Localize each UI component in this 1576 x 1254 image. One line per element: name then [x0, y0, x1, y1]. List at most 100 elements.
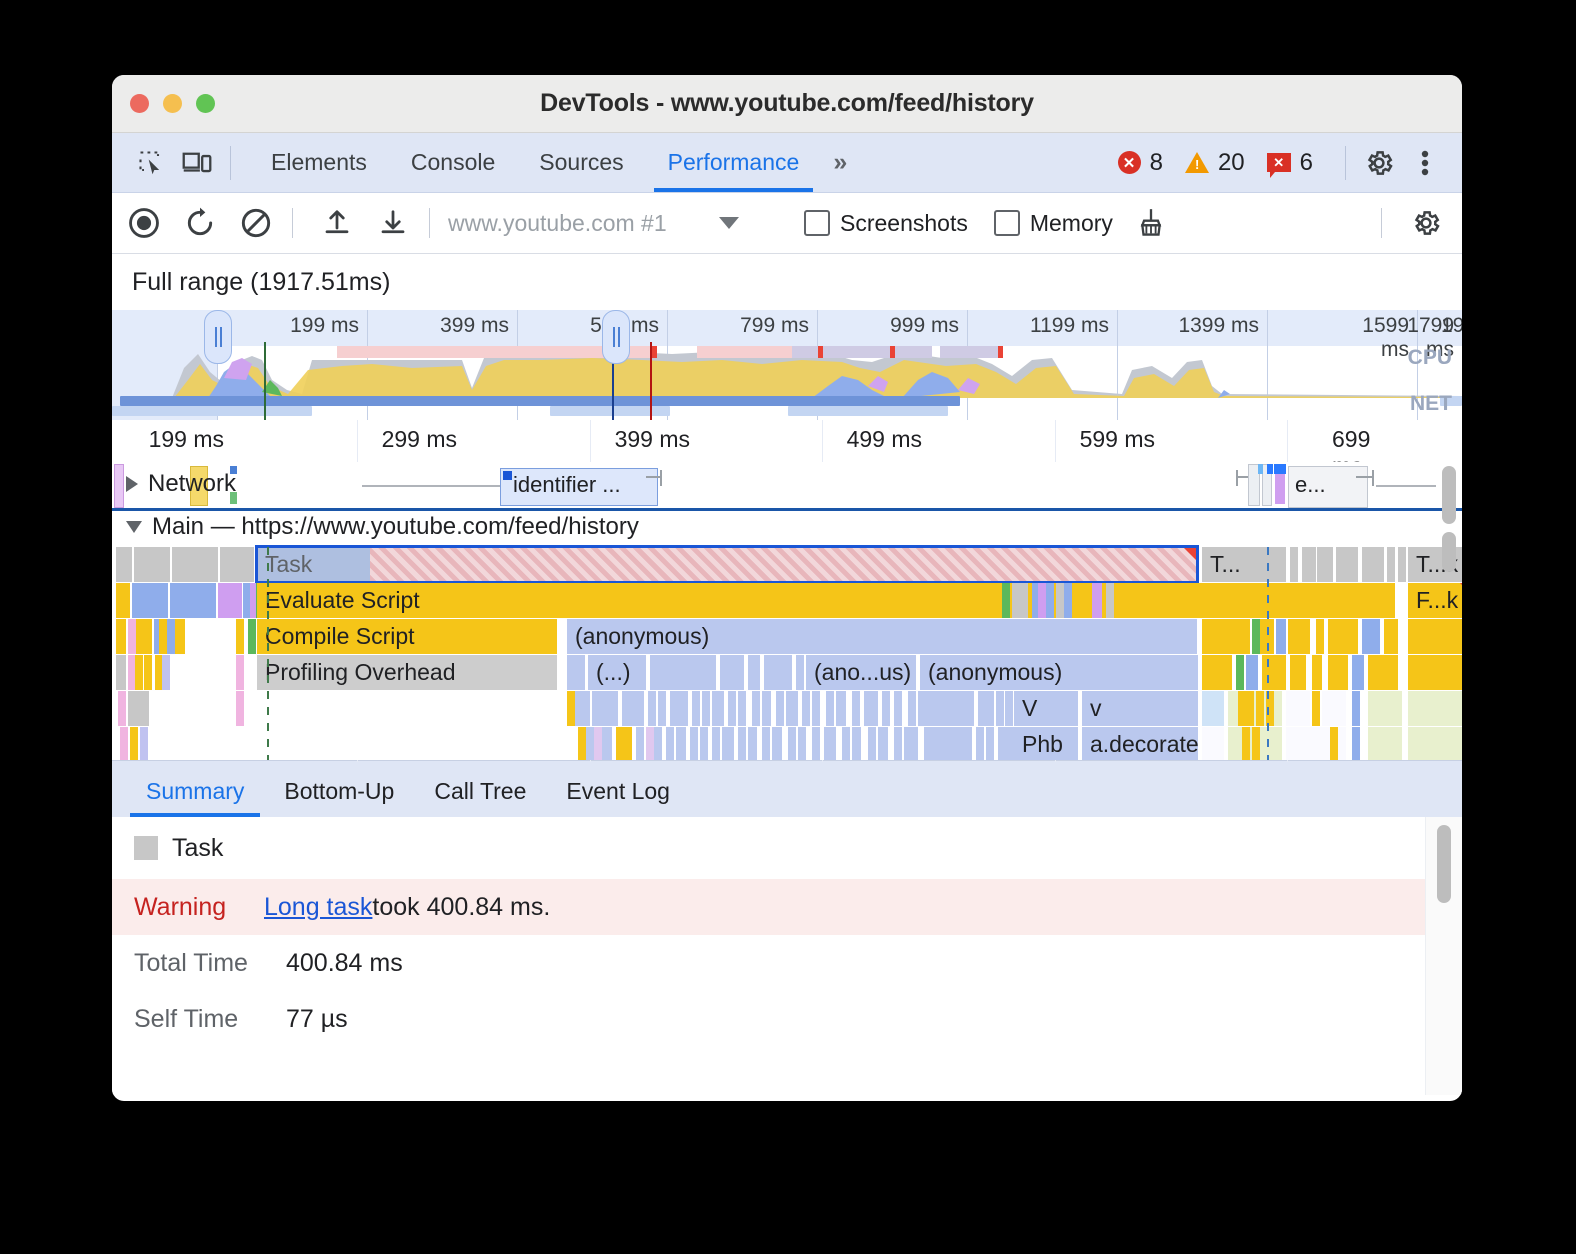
capture-settings-gear-icon[interactable] [1402, 199, 1450, 247]
gear-icon[interactable] [1356, 140, 1402, 186]
warning-count-label: 20 [1218, 149, 1245, 177]
dcl-dashed-line [267, 547, 269, 760]
network-request-label: identifier ... [513, 472, 621, 497]
memory-checkbox[interactable]: Memory [994, 210, 1113, 237]
panel-tabs: Elements Console Sources Performance » [249, 133, 859, 192]
flame-block-compile-script[interactable]: Compile Script [257, 619, 557, 654]
flame-row[interactable]: V v [112, 691, 1462, 727]
overview-tick: 399 ms [440, 314, 517, 338]
close-window-button[interactable] [130, 94, 149, 113]
screenshots-label: Screenshots [840, 210, 968, 237]
screenshots-checkbox[interactable]: Screenshots [804, 210, 968, 237]
more-tabs-icon[interactable]: » [821, 148, 859, 177]
timeline-overview[interactable]: 199 ms 399 ms 599 ms 799 ms 999 ms 1199 … [112, 310, 1462, 420]
save-profile-icon[interactable] [369, 199, 417, 247]
flame-block[interactable]: (...) [588, 655, 646, 690]
network-overview-bar [550, 406, 670, 416]
summary-event-row: Task [112, 817, 1462, 879]
tab-sources[interactable]: Sources [517, 133, 645, 192]
network-track-label[interactable]: Network [126, 470, 236, 498]
self-time-key: Self Time [134, 1005, 286, 1034]
warning-icon: ! [1185, 152, 1209, 173]
overview-range-handle-right[interactable] [602, 310, 630, 364]
flame-block[interactable]: T... [1202, 547, 1286, 582]
error-icon: ✕ [1118, 151, 1141, 174]
tab-bottom-up[interactable]: Bottom-Up [264, 778, 414, 817]
ruler-tick: 499 ms [847, 426, 932, 453]
kebab-menu-icon[interactable] [1402, 140, 1448, 186]
long-task-link[interactable]: Long task [264, 893, 372, 922]
error-count-label: 8 [1150, 149, 1163, 177]
profile-select[interactable]: www.youtube.com #1 [448, 210, 778, 237]
flame-row[interactable]: Profiling Overhead (...) (ano...us) (ano… [112, 655, 1462, 691]
toolbar-divider-2 [429, 208, 430, 238]
total-time-value: 400.84 ms [286, 949, 403, 978]
tab-console[interactable]: Console [389, 133, 517, 192]
flame-row[interactable]: Evaluate Script F...k [112, 583, 1462, 619]
reload-and-record-icon[interactable] [176, 199, 224, 247]
summary-warning-row: Warning Long task took 400.84 ms. [112, 879, 1462, 935]
issue-count[interactable]: ✕ 6 [1267, 149, 1313, 177]
memory-label: Memory [1030, 210, 1113, 237]
flame-block[interactable]: (anonymous) [920, 655, 1198, 690]
tab-event-log[interactable]: Event Log [546, 778, 690, 817]
tracks-scrollbar-top[interactable] [1442, 466, 1456, 524]
clear-icon[interactable] [232, 199, 280, 247]
broom-icon[interactable] [1127, 199, 1175, 247]
window-titlebar: DevTools - www.youtube.com/feed/history [112, 75, 1462, 133]
load-dashed-line [1267, 547, 1269, 760]
tab-call-tree[interactable]: Call Tree [414, 778, 546, 817]
tracks-scrollbar[interactable] [1442, 532, 1456, 572]
flame-chart[interactable]: Task T... T...k [112, 547, 1462, 760]
maximize-window-button[interactable] [196, 94, 215, 113]
flame-block[interactable]: (ano...us) [806, 655, 916, 690]
network-overview-bar [112, 406, 312, 416]
flame-block[interactable]: V [1014, 691, 1078, 726]
profile-select-value: www.youtube.com #1 [448, 210, 667, 237]
ruler-tick: 299 ms [382, 426, 467, 453]
warning-count[interactable]: ! 20 [1185, 149, 1245, 177]
flame-row[interactable]: Compile Script (anonymous) [112, 619, 1462, 655]
details-tabs: Summary Bottom-Up Call Tree Event Log [112, 760, 1462, 817]
flame-block-evaluate-script[interactable]: Evaluate Script [257, 583, 1395, 618]
network-track[interactable]: Network identifier ... e... [112, 462, 1462, 508]
issue-icon: ✕ [1267, 153, 1291, 172]
overview-range-handle-left[interactable] [204, 310, 232, 364]
dcl-marker [264, 342, 266, 420]
full-range-header: Full range (1917.51ms) [112, 254, 1462, 310]
flame-block[interactable]: v [1082, 691, 1198, 726]
flame-block-profiling-overhead[interactable]: Profiling Overhead [257, 655, 557, 690]
record-icon[interactable] [120, 199, 168, 247]
error-count[interactable]: ✕ 8 [1118, 149, 1163, 177]
import-profile-icon[interactable] [313, 199, 361, 247]
main-track-header[interactable]: Main — https://www.youtube.com/feed/hist… [112, 508, 1462, 544]
devtools-tabstrip: Elements Console Sources Performance » ✕… [112, 133, 1462, 193]
flame-row[interactable]: Phb a.decorate [112, 727, 1462, 760]
total-time-key: Total Time [134, 949, 286, 978]
self-time-value: 77 µs [286, 1005, 348, 1034]
flame-block[interactable]: Phb [1014, 727, 1078, 760]
flame-block-anonymous[interactable]: (anonymous) [567, 619, 1197, 654]
inspect-element-icon[interactable] [128, 140, 174, 186]
tab-summary[interactable]: Summary [126, 778, 264, 817]
warning-key: Warning [134, 893, 264, 922]
minimize-window-button[interactable] [163, 94, 182, 113]
flame-block[interactable]: F...k [1408, 583, 1462, 618]
network-track-title: Network [148, 470, 236, 498]
overview-ruler: 199 ms 399 ms 599 ms 799 ms 999 ms 1199 … [112, 310, 1462, 346]
network-request-chip[interactable]: e... [1288, 466, 1368, 508]
toolbar-divider-1 [292, 208, 293, 238]
tab-performance[interactable]: Performance [646, 133, 822, 192]
summary-scrollbar[interactable] [1437, 825, 1451, 903]
network-request-chip[interactable]: identifier ... [500, 468, 658, 506]
device-toolbar-icon[interactable] [174, 140, 220, 186]
timeline-tracks[interactable]: Network identifier ... e... [112, 462, 1462, 760]
status-indicators: ✕ 8 ! 20 ✕ 6 [1118, 133, 1448, 192]
summary-panel: Task Warning Long task took 400.84 ms. T… [112, 817, 1462, 1095]
tab-elements[interactable]: Elements [249, 133, 389, 192]
flame-row[interactable]: Task T... T...k [112, 547, 1462, 583]
tabstrip-divider [230, 146, 231, 180]
chevron-right-icon [126, 476, 138, 492]
flame-block[interactable]: a.decorate [1082, 727, 1198, 760]
network-strip [114, 464, 124, 508]
